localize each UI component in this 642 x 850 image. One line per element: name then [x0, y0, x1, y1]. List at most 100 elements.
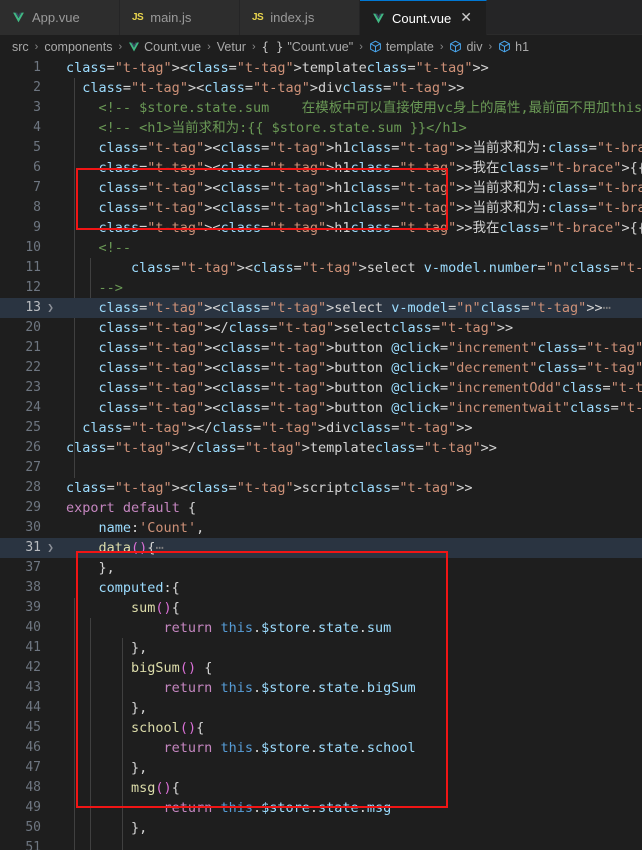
- line-number: 40: [25, 620, 41, 635]
- line-number: 3: [33, 100, 41, 115]
- code-line[interactable]: 49 return this.$store.state.msg: [0, 798, 642, 818]
- code-line[interactable]: 40 return this.$store.state.sum: [0, 618, 642, 638]
- code-line[interactable]: 29 export default {: [0, 498, 642, 518]
- code-line[interactable]: 27: [0, 458, 642, 478]
- breadcrumb-item-h1[interactable]: h1: [497, 40, 530, 54]
- code-line[interactable]: 39 sum(){: [0, 598, 642, 618]
- code-text: class="t-tag"><class="t-tag">button @cli…: [98, 340, 642, 356]
- code-line[interactable]: 23 class="t-tag"><class="t-tag">button @…: [0, 378, 642, 398]
- code-text: return this.$store.state.bigSum: [163, 680, 416, 696]
- code-line[interactable]: 20 class="t-tag"></class="t-tag">selectc…: [0, 318, 642, 338]
- line-number: 13: [25, 300, 41, 315]
- code-text: },: [66, 560, 115, 576]
- fold-gutter: [43, 678, 58, 698]
- code-line[interactable]: 13 ❯ class="t-tag"><class="t-tag">select …: [0, 298, 642, 318]
- fold-gutter: [43, 338, 58, 358]
- code-line[interactable]: 46 return this.$store.state.school: [0, 738, 642, 758]
- code-line[interactable]: 31 ❯ data(){⋯: [0, 538, 642, 558]
- code-line[interactable]: 7 class="t-tag"><class="t-tag">h1class="…: [0, 178, 642, 198]
- code-line[interactable]: 47 },: [0, 758, 642, 778]
- code-line[interactable]: 12 -->: [0, 278, 642, 298]
- breadcrumb-item-div[interactable]: div: [448, 40, 483, 54]
- code-line[interactable]: 30 name:'Count',: [0, 518, 642, 538]
- code-line[interactable]: 44 },: [0, 698, 642, 718]
- tab-app-vue[interactable]: App.vue: [0, 0, 120, 35]
- code-line[interactable]: 25 class="t-tag"></class="t-tag">divclas…: [0, 418, 642, 438]
- breadcrumb-label: template: [385, 39, 434, 54]
- fold-gutter: [43, 758, 58, 778]
- code-line[interactable]: 5 class="t-tag"><class="t-tag">h1class="…: [0, 138, 642, 158]
- line-number: 51: [25, 840, 41, 850]
- code-line[interactable]: 6 class="t-tag"><class="t-tag">h1class="…: [0, 158, 642, 178]
- vue-icon: [12, 11, 25, 24]
- code-line[interactable]: 51: [0, 838, 642, 850]
- fold-gutter: [43, 458, 58, 478]
- fold-expand-icon[interactable]: ❯: [43, 538, 58, 558]
- code-line[interactable]: 26 class="t-tag"></class="t-tag">template…: [0, 438, 642, 458]
- code-line[interactable]: 11 class="t-tag"><class="t-tag">select v…: [0, 258, 642, 278]
- breadcrumb-item-components[interactable]: components: [43, 40, 113, 54]
- fold-gutter: [43, 518, 58, 538]
- tab-label: Count.vue: [392, 10, 452, 26]
- code-line[interactable]: 8 class="t-tag"><class="t-tag">h1class="…: [0, 198, 642, 218]
- symbol-cube-icon: [369, 40, 382, 54]
- line-number: 2: [33, 80, 41, 95]
- code-line[interactable]: 48 msg(){: [0, 778, 642, 798]
- tab-main-js[interactable]: JS main.js: [120, 0, 240, 35]
- fold-gutter: [43, 278, 58, 298]
- code-line[interactable]: 1 class="t-tag"><class="t-tag">templatecl…: [0, 58, 642, 78]
- code-line[interactable]: 42 bigSum() {: [0, 658, 642, 678]
- code-line[interactable]: 38 computed:{: [0, 578, 642, 598]
- fold-gutter: [43, 618, 58, 638]
- code-line[interactable]: 43 return this.$store.state.bigSum: [0, 678, 642, 698]
- tab-index-js[interactable]: JS index.js: [240, 0, 360, 35]
- line-number: 25: [25, 420, 41, 435]
- breadcrumb-item-src[interactable]: src: [11, 40, 30, 54]
- code-line[interactable]: 21 class="t-tag"><class="t-tag">button @…: [0, 338, 642, 358]
- breadcrumb-item-template[interactable]: template: [368, 40, 435, 54]
- code-line[interactable]: 28 class="t-tag"><class="t-tag">scriptcla…: [0, 478, 642, 498]
- code-text: class="t-tag"><class="t-tag">h1class="t-…: [98, 220, 642, 236]
- code-editor[interactable]: 1 class="t-tag"><class="t-tag">templatecl…: [0, 58, 642, 850]
- fold-gutter: [43, 438, 58, 458]
- breadcrumb-separator-icon: ›: [207, 40, 211, 53]
- line-number: 45: [25, 720, 41, 735]
- code-line[interactable]: 3 <!-- $store.state.sum 在模板中可以直接使用vc身上的属…: [0, 98, 642, 118]
- code-lines[interactable]: 1 class="t-tag"><class="t-tag">templatecl…: [0, 58, 642, 850]
- line-number: 1: [33, 60, 41, 75]
- breadcrumb-label: h1: [515, 39, 530, 54]
- code-line[interactable]: 4 <!-- <h1>当前求和为:{{ $store.state.sum }}<…: [0, 118, 642, 138]
- fold-gutter: [43, 658, 58, 678]
- line-number: 37: [25, 560, 41, 575]
- code-line[interactable]: 45 school(){: [0, 718, 642, 738]
- fold-gutter: [43, 498, 58, 518]
- code-line[interactable]: 41 },: [0, 638, 642, 658]
- code-line[interactable]: 22 class="t-tag"><class="t-tag">button @…: [0, 358, 642, 378]
- breadcrumb-item-vetur[interactable]: Vetur: [216, 40, 247, 54]
- line-number: 29: [25, 500, 41, 515]
- code-line[interactable]: 50 },: [0, 818, 642, 838]
- breadcrumb-separator-icon: ›: [34, 40, 39, 53]
- code-line[interactable]: 10 <!--: [0, 238, 642, 258]
- breadcrumb-item-count-vue[interactable]: Count.vue: [127, 40, 202, 54]
- code-text: class="t-tag"></class="t-tag">templatecl…: [66, 440, 497, 456]
- code-text: name:'Count',: [98, 520, 205, 536]
- code-line[interactable]: 2 class="t-tag"><class="t-tag">divclass=…: [0, 78, 642, 98]
- breadcrumb-item-count-vue-symbol[interactable]: { } "Count.vue": [261, 40, 355, 54]
- line-number: 42: [25, 660, 41, 675]
- fold-gutter: [43, 398, 58, 418]
- tab-count-vue[interactable]: Count.vue ✕: [360, 0, 487, 35]
- code-line[interactable]: 24 class="t-tag"><class="t-tag">button @…: [0, 398, 642, 418]
- breadcrumb-separator-icon: ›: [251, 40, 256, 53]
- fold-gutter: [43, 478, 58, 498]
- breadcrumb-separator-icon: ›: [439, 40, 444, 53]
- code-line[interactable]: 37 },: [0, 558, 642, 578]
- code-text: <!--: [98, 240, 132, 256]
- code-text: class="t-tag"><class="t-tag">h1class="t-…: [98, 160, 642, 176]
- code-text: class="t-tag"><class="t-tag">button @cli…: [98, 360, 642, 376]
- code-line[interactable]: 9 class="t-tag"><class="t-tag">h1class="…: [0, 218, 642, 238]
- fold-expand-icon[interactable]: ❯: [43, 298, 58, 318]
- close-icon[interactable]: ✕: [458, 11, 474, 25]
